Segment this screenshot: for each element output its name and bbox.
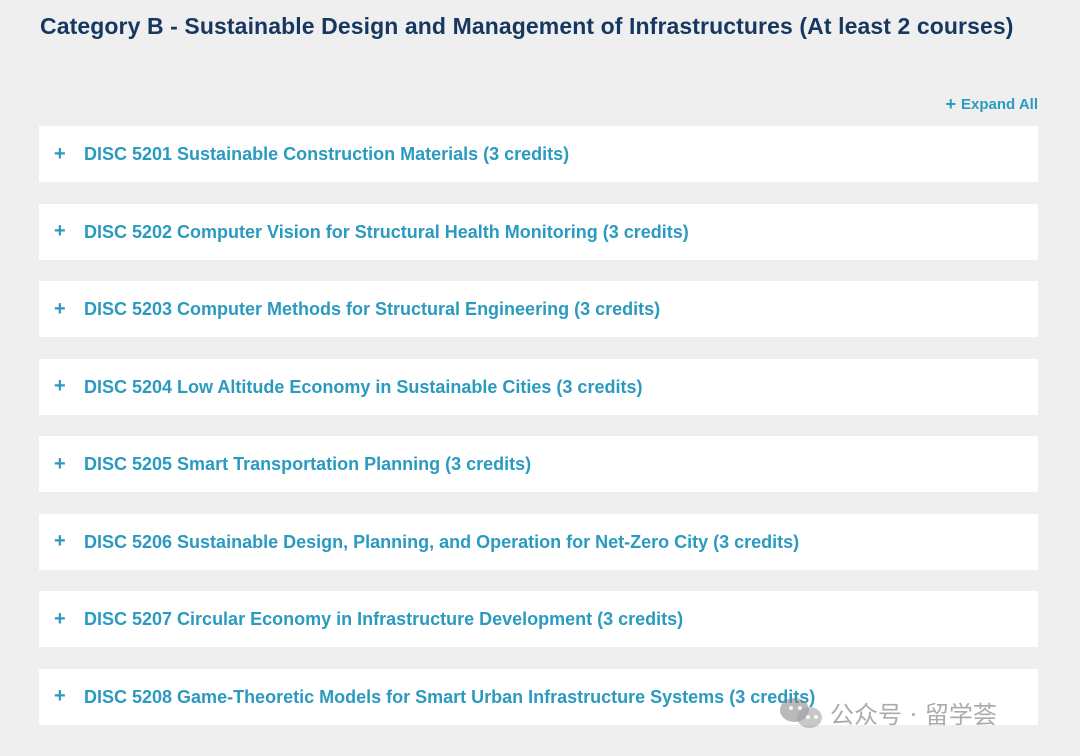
plus-icon: + (54, 452, 66, 475)
plus-icon: + (54, 297, 66, 320)
course-accordion-item[interactable]: + DISC 5202 Computer Vision for Structur… (39, 203, 1038, 260)
plus-icon: + (54, 530, 66, 552)
category-title: Category B - Sustainable Design and Mana… (40, 13, 1014, 39)
plus-icon: + (54, 142, 66, 165)
course-accordion-item[interactable]: + DISC 5207 Circular Economy in Infrastr… (39, 591, 1038, 647)
plus-icon: + (54, 375, 66, 397)
course-accordion-item[interactable]: + DISC 5204 Low Altitude Economy in Sust… (39, 358, 1038, 415)
course-title: DISC 5201 Sustainable Construction Mater… (84, 144, 570, 164)
expand-all-label: Expand All (961, 95, 1038, 113)
course-title: DISC 5205 Smart Transportation Planning … (84, 454, 532, 474)
course-accordion-item[interactable]: + DISC 5208 Game-Theoretic Models for Sm… (39, 668, 1038, 725)
course-title: DISC 5202 Computer Vision for Structural… (84, 221, 689, 242)
course-title: DISC 5204 Low Altitude Economy in Sustai… (84, 376, 643, 397)
expand-all-button[interactable]: + Expand All (946, 92, 1038, 116)
plus-icon: + (54, 685, 66, 707)
course-category-page: Category B - Sustainable Design and Mana… (0, 0, 1080, 756)
course-accordion-item[interactable]: + DISC 5206 Sustainable Design, Planning… (39, 513, 1038, 570)
course-accordion-item[interactable]: + DISC 5203 Computer Methods for Structu… (39, 281, 1038, 337)
course-accordion-list: + DISC 5201 Sustainable Construction Mat… (39, 126, 1038, 746)
course-title: DISC 5206 Sustainable Design, Planning, … (84, 531, 800, 552)
course-accordion-item[interactable]: + DISC 5201 Sustainable Construction Mat… (39, 126, 1038, 182)
course-accordion-item[interactable]: + DISC 5205 Smart Transportation Plannin… (39, 436, 1038, 492)
plus-icon: + (945, 94, 957, 114)
course-title: DISC 5208 Game-Theoretic Models for Smar… (84, 686, 816, 707)
plus-icon: + (54, 607, 66, 630)
course-title: DISC 5207 Circular Economy in Infrastruc… (84, 609, 684, 629)
plus-icon: + (54, 220, 66, 242)
course-title: DISC 5203 Computer Methods for Structura… (84, 299, 661, 319)
